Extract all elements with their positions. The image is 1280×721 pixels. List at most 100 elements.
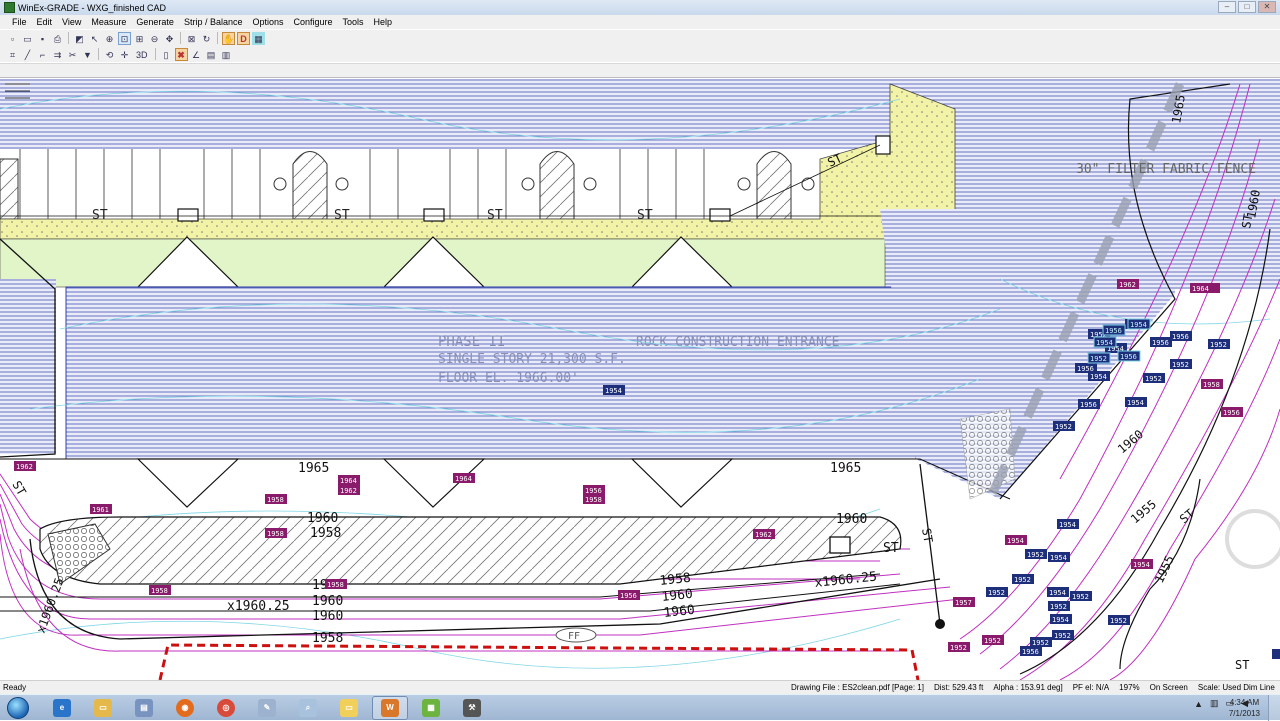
tray-arrow-icon[interactable]: ▲ xyxy=(1194,699,1203,709)
ie-icon: e xyxy=(53,698,71,717)
maximize-button[interactable]: □ xyxy=(1238,1,1256,13)
toolbar-separator xyxy=(217,32,218,44)
taskbar-search[interactable]: ⌕ xyxy=(290,696,326,720)
status-pf-elevation: PF el: N/A xyxy=(1072,683,1110,692)
svg-text:1954: 1954 xyxy=(1127,399,1144,407)
network-icon[interactable]: ▥ xyxy=(1210,698,1219,709)
svg-text:1952: 1952 xyxy=(1032,639,1049,647)
funnel-icon[interactable]: ▼ xyxy=(81,48,94,61)
svg-text:1956: 1956 xyxy=(1120,353,1137,361)
pointer-icon[interactable]: ↖ xyxy=(88,32,101,45)
menu-configure[interactable]: Configure xyxy=(289,17,338,27)
taskbar-folder[interactable]: ▭ xyxy=(331,696,367,720)
elevation-tag: 1954 xyxy=(1057,519,1079,529)
start-button[interactable] xyxy=(7,696,29,719)
hand-tool-icon[interactable]: ✋ xyxy=(222,31,235,45)
menu-options[interactable]: Options xyxy=(247,17,288,27)
menu-measure[interactable]: Measure xyxy=(86,17,131,27)
delete-icon[interactable]: ⊠ xyxy=(185,32,198,45)
rotate-icon[interactable]: ⟲ xyxy=(103,48,116,61)
grid-snap-icon[interactable]: ⌗ xyxy=(6,48,19,61)
layer-icon[interactable]: ▦ xyxy=(252,31,265,45)
contour-label: 1960 xyxy=(312,609,343,624)
fire-hydrant-label: FF xyxy=(568,631,580,642)
contour-label: 1960 xyxy=(312,594,343,609)
save-icon[interactable]: ▪ xyxy=(36,32,49,45)
svg-text:1952: 1952 xyxy=(984,637,1001,645)
new-file-icon[interactable]: ▫ xyxy=(6,32,19,45)
taskbar-pen[interactable]: ✎ xyxy=(249,696,285,720)
show-desktop-button[interactable] xyxy=(1268,695,1280,721)
clock[interactable]: 4:34 AM 7/1/2013 xyxy=(1229,697,1260,719)
close-button[interactable]: ✕ xyxy=(1258,1,1276,13)
elevation-tag: 1954 xyxy=(1127,318,1151,330)
svg-text:1952: 1952 xyxy=(1055,423,1072,431)
stop-icon[interactable]: ✖ xyxy=(174,47,188,61)
taskbar-tool[interactable]: ⚒ xyxy=(454,696,490,720)
drawing-canvas[interactable]: ST ST ST ST PHASE II SINGLE STORY 21,300… xyxy=(0,79,1280,680)
elevation-tag: 1952 xyxy=(1052,630,1074,640)
elevation-tag: 1954 xyxy=(1047,587,1069,597)
elevation-tag: 1956 xyxy=(1150,337,1172,347)
svg-text:1961: 1961 xyxy=(92,506,109,514)
phase-label: PHASE II xyxy=(438,334,505,350)
elevation-tag: 1958 xyxy=(583,494,605,504)
elevation-tag: 1952 xyxy=(1087,352,1111,364)
storm-label: ST xyxy=(919,527,935,544)
menu-edit[interactable]: Edit xyxy=(32,17,58,27)
open-folder-icon[interactable]: ▭ xyxy=(21,32,34,45)
taskbar-chrome[interactable]: ◎ xyxy=(208,696,244,720)
taskbar-winexgrade[interactable]: W xyxy=(372,695,408,720)
elevation-tag: 1956 xyxy=(1020,646,1042,656)
svg-text:1956: 1956 xyxy=(585,487,602,495)
menu-generate[interactable]: Generate xyxy=(131,17,179,27)
elevation-tag: 1962 xyxy=(1117,279,1139,289)
lock-icon[interactable]: ▯ xyxy=(160,48,173,61)
3d-view-button[interactable]: 3D xyxy=(133,48,151,61)
contour-label: 1958 xyxy=(312,631,343,646)
menu-view[interactable]: View xyxy=(57,17,86,27)
title-bar: WinEx-GRADE - WXG_finished CAD – □ ✕ xyxy=(0,0,1280,15)
digitize-button[interactable]: D xyxy=(237,31,250,45)
elevation-tag: 1964 xyxy=(1190,283,1220,293)
move-icon[interactable]: ✛ xyxy=(118,48,131,61)
taskbar-green-app[interactable]: ▦ xyxy=(413,696,449,720)
minimize-button[interactable]: – xyxy=(1218,1,1236,13)
line-tool-icon[interactable]: ╱ xyxy=(21,48,34,61)
taskbar-apps: e ▭ ▤ ◉ ◎ ✎ ⌕ ▭ W ▦ ⚒ xyxy=(44,695,490,720)
zoom-window-icon[interactable]: ⊡ xyxy=(118,31,131,45)
measure-icon[interactable]: ∠ xyxy=(190,48,203,61)
menu-file[interactable]: File xyxy=(7,17,32,27)
properties-icon[interactable]: ▤ xyxy=(205,48,218,61)
trim-icon[interactable]: ✂ xyxy=(66,48,79,61)
refresh-icon[interactable]: ↻ xyxy=(200,32,213,45)
elevation-tag: 1958 xyxy=(149,585,171,595)
contour-label: 1960 xyxy=(1115,427,1146,456)
menu-help[interactable]: Help xyxy=(369,17,398,27)
elevation-tag: 1952 xyxy=(1048,601,1070,611)
color-picker-icon[interactable]: ◩ xyxy=(73,32,86,45)
zoom-previous-icon[interactable]: ⊖ xyxy=(148,32,161,45)
taskbar-ie[interactable]: e xyxy=(44,696,80,720)
taskbar-explorer[interactable]: ▭ xyxy=(85,696,121,720)
rock-entrance-label: ROCK CONSTRUCTION ENTRANCE xyxy=(636,335,840,350)
info-icon[interactable]: ▥ xyxy=(220,48,233,61)
elevation-tag: 1958 xyxy=(265,528,287,538)
offset-icon[interactable]: ⇉ xyxy=(51,48,64,61)
taskbar-firefox[interactable]: ◉ xyxy=(167,696,203,720)
zoom-extents-icon[interactable]: ⊞ xyxy=(133,32,146,45)
toolbar-separator xyxy=(154,48,156,60)
elevation-tag: 1956 xyxy=(1078,399,1100,409)
taskbar-document[interactable]: ▤ xyxy=(126,696,162,720)
storm-label: ST xyxy=(9,479,28,499)
pan-icon[interactable]: ✥ xyxy=(163,32,176,45)
secondary-toolbar: ⌗ ╱ ⌐ ⇉ ✂ ▼ ⟲ ✛ 3D ▯ ✖ ∠ ▤ ▥ xyxy=(0,46,1280,62)
contour-label: 1960 xyxy=(836,512,867,527)
south-parking-hatch xyxy=(39,516,902,585)
menu-strip-balance[interactable]: Strip / Balance xyxy=(179,17,248,27)
polyline-icon[interactable]: ⌐ xyxy=(36,48,49,61)
zoom-in-icon[interactable]: ⊕ xyxy=(103,32,116,45)
elevation-tag: 1952 xyxy=(1012,574,1034,584)
print-icon[interactable]: ⎙ xyxy=(51,32,64,45)
menu-tools[interactable]: Tools xyxy=(338,17,369,27)
